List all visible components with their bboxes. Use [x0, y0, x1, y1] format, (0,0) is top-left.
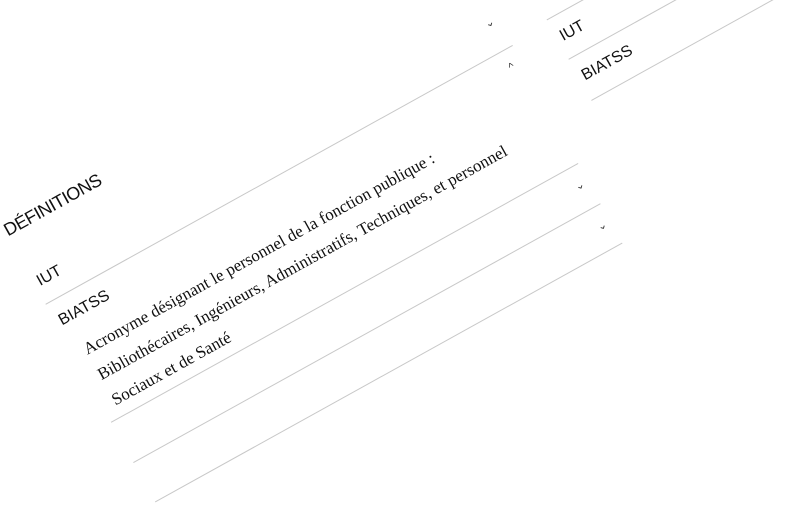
accordion-item-iut[interactable]: IUT — [557, 17, 588, 45]
definitions-panel: DÉFINITIONS IUT ⌄ BIATSS ^ Acronyme dési… — [0, 0, 642, 529]
chevron-up-icon[interactable]: ^ — [506, 61, 516, 74]
divider — [568, 0, 800, 60]
chevron-down-icon[interactable]: ⌄ — [482, 15, 497, 31]
biatss-definition: Acronyme désignant le personnel de la fo… — [80, 141, 511, 410]
section-title: DÉFINITIONS — [0, 169, 105, 240]
chevron-down-icon[interactable]: ⌄ — [572, 178, 587, 193]
chevron-down-icon[interactable]: ⌄ — [595, 218, 609, 234]
divider — [546, 0, 800, 21]
accordion-item-iut[interactable]: IUT — [34, 262, 65, 290]
